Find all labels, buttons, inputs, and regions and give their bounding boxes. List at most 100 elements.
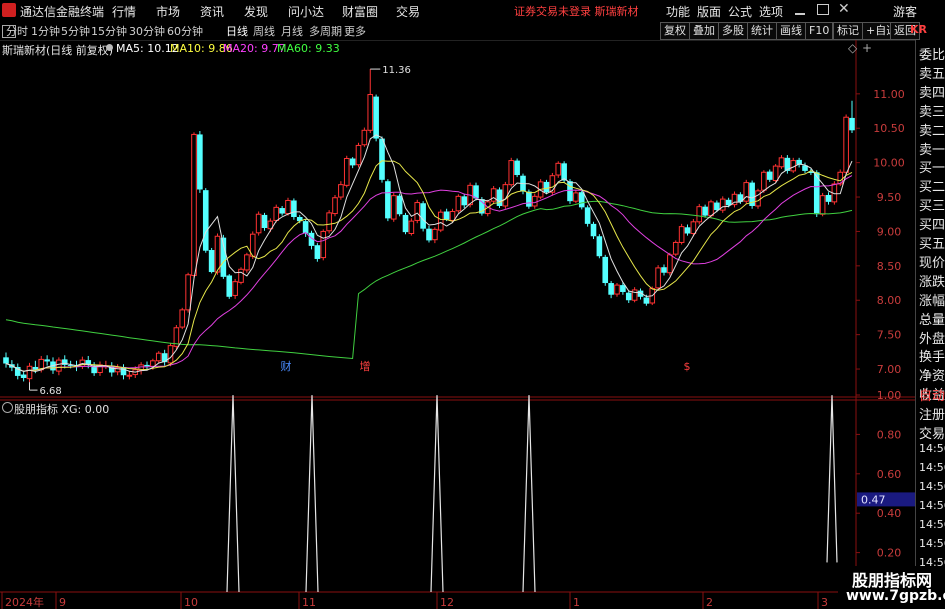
toolbar-button-3[interactable]: 统计	[747, 22, 777, 40]
menu-gongneng[interactable]: 功能	[666, 3, 690, 20]
candle-body	[144, 364, 150, 367]
side-panel-item-12[interactable]: 涨跌	[919, 271, 945, 290]
guest-user[interactable]: 游客	[893, 3, 917, 20]
side-panel-item-6[interactable]: 买一	[919, 157, 945, 176]
side-panel-item-22[interactable]: 14:56	[919, 442, 945, 455]
maximize-icon[interactable]	[817, 4, 829, 15]
menu-zixun[interactable]: 资讯	[200, 3, 224, 20]
side-panel-item-23[interactable]: 14:56	[919, 461, 945, 474]
period-tab-4[interactable]: 30分钟	[129, 23, 165, 39]
side-panel-item-19[interactable]: 自动	[919, 385, 945, 404]
menu-hangqing[interactable]: 行情	[112, 3, 136, 20]
side-panel-item-4[interactable]: 卖二	[919, 120, 945, 139]
side-panel-item-8[interactable]: 买三	[919, 195, 945, 214]
menu-shichang[interactable]: 市场	[156, 3, 180, 20]
side-panel-item-16[interactable]: 换手	[919, 346, 945, 365]
side-panel-item-11[interactable]: 现价	[919, 252, 945, 271]
candle-body	[402, 214, 409, 233]
period-tab-3[interactable]: 15分钟	[91, 23, 127, 39]
candle-body	[584, 207, 591, 224]
side-panel-item-9[interactable]: 买四	[919, 214, 945, 233]
side-panel-item-5[interactable]: 卖一	[919, 139, 945, 158]
side-panel-item-15[interactable]: 外盘	[919, 328, 945, 347]
side-panel-item-24[interactable]: 14:56	[919, 480, 945, 493]
menu-jiaoyi[interactable]: 交易	[396, 3, 420, 20]
candle-body	[361, 129, 368, 146]
candle-body	[338, 184, 344, 198]
ma-settings-icon[interactable]	[106, 44, 113, 51]
candle-body	[126, 374, 133, 377]
candle-body	[672, 241, 679, 255]
trade-login-notice[interactable]: 证券交易未登录 斯瑞新材	[514, 3, 639, 19]
side-panel-item-17[interactable]: 净资	[919, 365, 945, 384]
price-tick-label: 8.50	[877, 260, 902, 273]
menu-caifuquan[interactable]: 财富圈	[342, 3, 378, 20]
candle-body	[208, 250, 215, 273]
low-price-label: 6.68	[40, 386, 62, 397]
period-tab-9[interactable]: 多周期	[309, 23, 342, 39]
candle-body	[437, 211, 444, 231]
toolbar-button-1[interactable]: 叠加	[689, 22, 719, 40]
indicator-signal-peak	[826, 395, 838, 563]
price-tick-label: 11.00	[873, 88, 905, 101]
price-tick-label: 9.50	[877, 191, 902, 204]
side-panel-item-1[interactable]: 卖五	[919, 63, 945, 82]
candle-body	[232, 281, 238, 296]
indicator-signal-peak	[522, 395, 536, 593]
diamond-icon[interactable]: ◇	[848, 41, 857, 55]
toolbar-button-4[interactable]: 画线	[776, 22, 806, 40]
time-tick-label: 2	[706, 596, 713, 609]
side-panel-item-20[interactable]: 注册	[919, 404, 945, 423]
side-panel-item-2[interactable]: 卖四	[919, 82, 945, 101]
side-panel-item-25[interactable]: 14:56	[919, 499, 945, 512]
candle-body	[214, 235, 221, 273]
menu-wenxiaoda[interactable]: 问小达	[288, 3, 324, 20]
period-tab-2[interactable]: 5分钟	[61, 23, 90, 39]
side-panel-item-10[interactable]: 买五	[919, 233, 945, 252]
kr-label[interactable]: KR	[910, 23, 927, 36]
period-tab-0[interactable]: 分时	[6, 23, 28, 39]
side-panel-item-3[interactable]: 卖三	[919, 101, 945, 120]
candle-body	[819, 195, 826, 215]
time-tick-label: 12	[440, 596, 454, 609]
side-panel-item-0[interactable]: 委比	[919, 44, 945, 63]
candle-body	[426, 228, 432, 241]
candle-body	[455, 195, 462, 212]
minimize-icon[interactable]	[795, 3, 805, 15]
toolbar-button-0[interactable]: 复权	[660, 22, 690, 40]
menu-gongshi[interactable]: 公式	[728, 3, 752, 20]
side-panel-item-21[interactable]: 交易	[919, 423, 945, 442]
toolbar-button-5[interactable]: F10	[805, 22, 834, 40]
close-icon[interactable]: ✕	[838, 1, 850, 17]
menu-faxian[interactable]: 发现	[244, 3, 268, 20]
indicator-settings-icon[interactable]	[2, 402, 13, 413]
high-price-label: 11.36	[382, 65, 411, 76]
zoom-plus-icon[interactable]: +	[862, 41, 872, 55]
watermark-url: www.7gpzb.com	[846, 588, 945, 604]
indicator-tick-label: 0.20	[877, 547, 902, 560]
side-panel-item-7[interactable]: 买二	[919, 176, 945, 195]
stock-period-label: 斯瑞新材(日线 前复权)	[2, 44, 114, 57]
menu-xuanxiang[interactable]: 选项	[759, 3, 783, 20]
candle-body	[197, 134, 203, 190]
period-tab-5[interactable]: 60分钟	[167, 23, 203, 39]
candle-body	[531, 195, 538, 207]
period-tab-6[interactable]: 日线	[226, 23, 248, 39]
period-tab-10[interactable]: 更多	[344, 23, 366, 39]
toolbar-button-2[interactable]: 多股	[718, 22, 748, 40]
period-tab-7[interactable]: 周线	[253, 23, 275, 39]
side-panel-item-27[interactable]: 14:56	[919, 537, 945, 550]
toolbar-button-6[interactable]: 标记	[833, 22, 863, 40]
side-panel-item-13[interactable]: 涨幅	[919, 290, 945, 309]
candle-body	[843, 116, 849, 173]
side-panel-item-26[interactable]: 14:56	[919, 518, 945, 531]
candle-body	[761, 171, 767, 191]
kline-chart[interactable]: 11.0010.5010.009.509.008.508.007.507.001…	[0, 40, 915, 609]
indicator-label: 股朋指标 XG: 0.00	[14, 403, 110, 416]
period-tab-8[interactable]: 月线	[281, 23, 303, 39]
menu-banmian[interactable]: 版面	[697, 3, 721, 20]
period-tab-1[interactable]: 1分钟	[31, 23, 60, 39]
candle-body	[291, 200, 297, 217]
candle-body	[261, 214, 268, 228]
side-panel-item-14[interactable]: 总量	[919, 309, 945, 328]
